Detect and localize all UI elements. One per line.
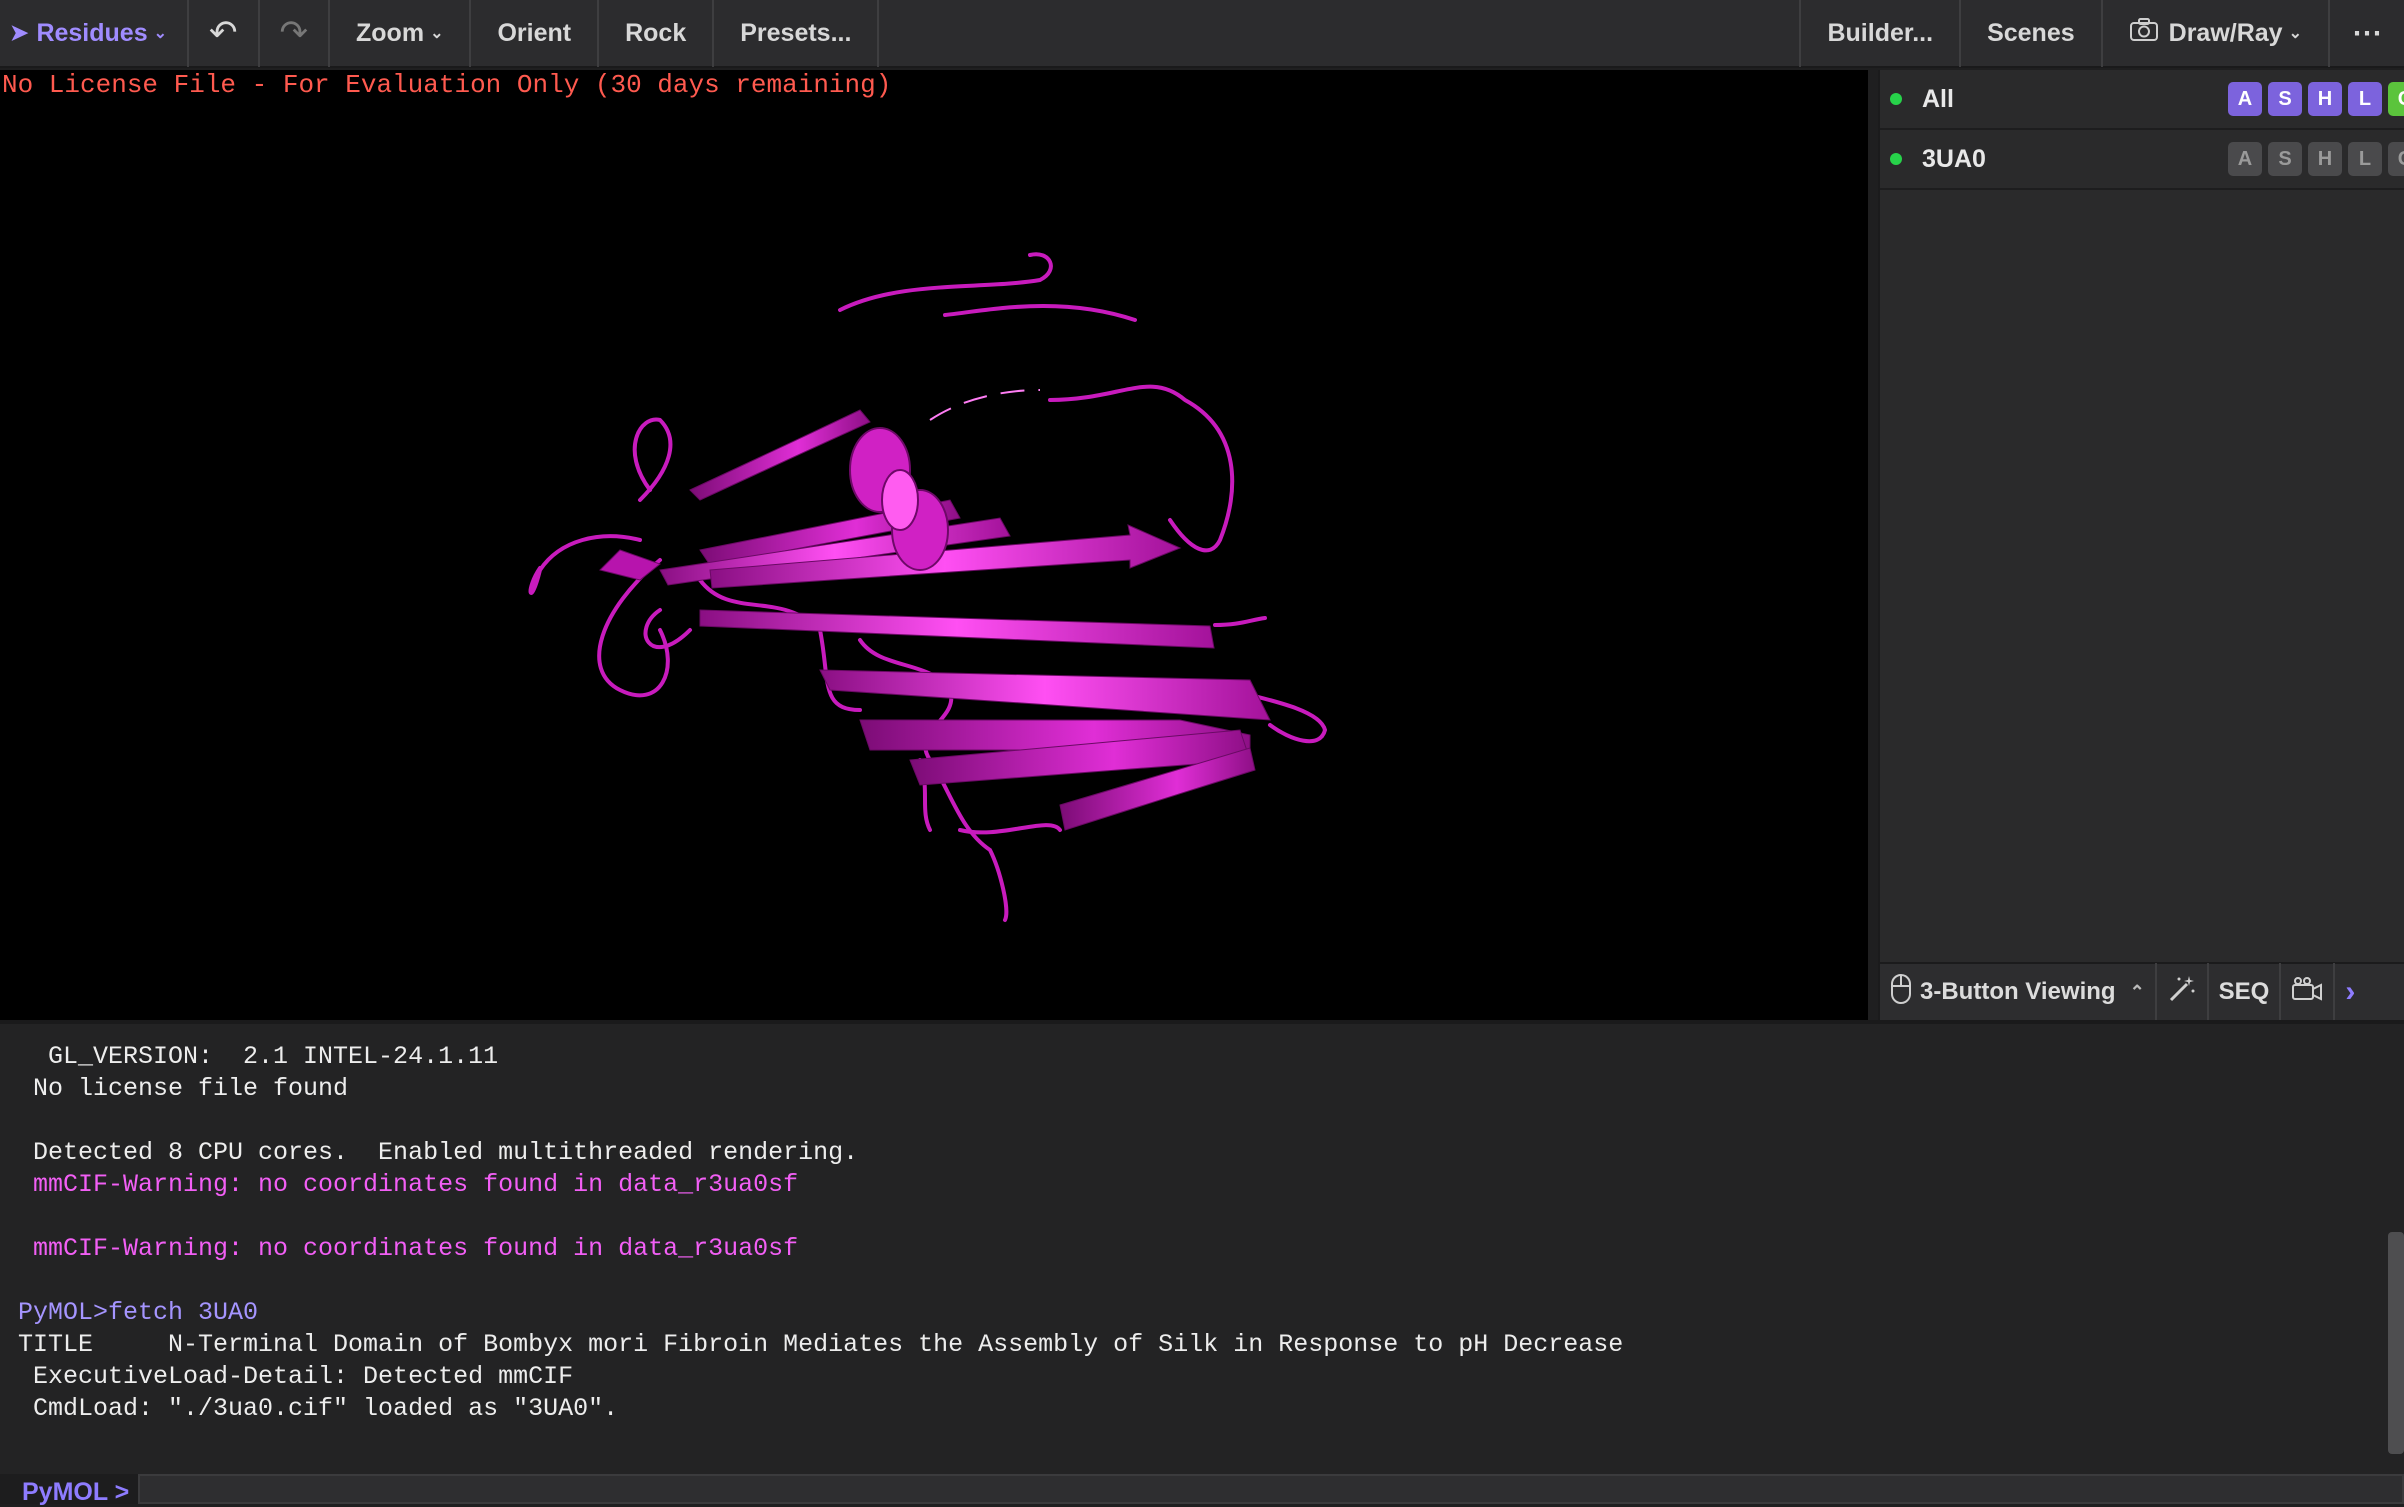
pointer-icon: ➤ (10, 20, 29, 45)
undo-icon: ↶ (209, 14, 238, 52)
redo-icon: ↷ (279, 14, 309, 52)
main-toolbar: ➤ Residues ⌄ ↶ ↷ Zoom ⌄ Orient Rock Pres… (0, 0, 2404, 68)
sequence-button[interactable]: SEQ (2209, 963, 2282, 1021)
mouse-mode-selector[interactable]: 3-Button Viewing ⌃ (1880, 963, 2157, 1021)
rock-button[interactable]: Rock (599, 0, 715, 67)
magic-wand-icon (2167, 974, 2197, 1011)
draw-ray-label: Draw/Ray (2168, 18, 2283, 47)
chevron-right-icon: › (2345, 975, 2356, 1008)
console-line: Detected 8 CPU cores. Enabled multithrea… (18, 1138, 859, 1167)
more-button[interactable]: ⋯ (2330, 0, 2404, 67)
camera-icon (2129, 17, 2159, 49)
console-scrollbar[interactable] (2388, 1232, 2404, 1454)
chevron-down-icon: ⌄ (153, 25, 168, 42)
object-row-all[interactable]: All A S H L C (1880, 70, 2404, 130)
show-button[interactable]: S (2268, 82, 2302, 116)
toolbar-spacer (879, 0, 1802, 67)
console-toggle-button[interactable]: › (2335, 963, 2365, 1021)
object-panel: All A S H L C 3UA0 A S H L C 3-Button Vi… (1878, 70, 2404, 1021)
selection-mode-label: Residues (36, 18, 148, 47)
zoom-label: Zoom (356, 18, 425, 47)
command-prompt-label: PyMOL > (22, 1478, 130, 1506)
object-row-3ua0[interactable]: 3UA0 A S H L C (1880, 130, 2404, 190)
hide-button[interactable]: H (2308, 142, 2342, 176)
console-line: ExecutiveLoad-Detail: Detected mmCIF (18, 1362, 574, 1391)
hide-button[interactable]: H (2308, 82, 2342, 116)
action-button[interactable]: A (2228, 82, 2262, 116)
color-button[interactable]: C (2388, 142, 2404, 176)
mouse-icon (1890, 973, 1912, 1012)
console-command-line: PyMOL>fetch 3UA0 (18, 1298, 259, 1327)
protein-cartoon (528, 252, 1328, 922)
console-warning-line: mmCIF-Warning: no coordinates found in d… (18, 1170, 799, 1199)
visibility-dot[interactable] (1890, 93, 1902, 105)
movie-camera-icon (2291, 976, 2323, 1009)
scenes-button[interactable]: Scenes (1961, 0, 2103, 67)
chevron-down-icon: ⌄ (2288, 25, 2302, 42)
action-button[interactable]: A (2228, 142, 2262, 176)
panel-bottom-bar: 3-Button Viewing ⌃ SEQ › (1880, 962, 2404, 1021)
draw-ray-button[interactable]: Draw/Ray ⌄ (2103, 0, 2330, 67)
orient-button[interactable]: Orient (471, 0, 600, 67)
object-actions: A S H L C (2228, 82, 2404, 116)
mouse-mode-label: 3-Button Viewing (1920, 978, 2116, 1005)
label-button[interactable]: L (2348, 142, 2382, 176)
object-name: All (1922, 84, 1954, 113)
console-line: TITLE N-Terminal Domain of Bombyx mori F… (18, 1330, 1624, 1359)
color-button[interactable]: C (2388, 82, 2404, 116)
undo-button[interactable]: ↶ (189, 0, 260, 67)
console-output[interactable]: GL_VERSION: 2.1 INTEL-24.1.11 No license… (0, 1020, 2404, 1474)
console-line: GL_VERSION: 2.1 INTEL-24.1.11 (18, 1042, 499, 1071)
zoom-button[interactable]: Zoom ⌄ (330, 0, 472, 67)
console-line: No license file found (18, 1074, 349, 1103)
show-button[interactable]: S (2268, 142, 2302, 176)
console-line: CmdLoad: "./3ua0.cif" loaded as "3UA0". (18, 1394, 619, 1423)
molecule-viewport[interactable]: No License File - For Evaluation Only (3… (0, 70, 1868, 1020)
console-warning-line: mmCIF-Warning: no coordinates found in d… (18, 1234, 799, 1263)
object-name: 3UA0 (1922, 144, 1986, 173)
presets-button[interactable]: Presets... (714, 0, 880, 67)
label-button[interactable]: L (2348, 82, 2382, 116)
chevron-down-icon: ⌄ (430, 25, 444, 42)
command-bar: PyMOL > (0, 1474, 2404, 1506)
chevron-up-icon: ⌃ (2129, 981, 2145, 1002)
selection-mode-button[interactable]: ➤ Residues ⌄ (0, 0, 190, 67)
redo-button[interactable]: ↷ (260, 0, 331, 67)
command-input[interactable] (138, 1474, 2404, 1504)
movie-button[interactable] (2281, 963, 2336, 1021)
object-actions: A S H L C (2228, 142, 2404, 176)
magic-wand-button[interactable] (2157, 963, 2209, 1021)
visibility-dot[interactable] (1890, 153, 1902, 165)
builder-button[interactable]: Builder... (1801, 0, 1962, 67)
